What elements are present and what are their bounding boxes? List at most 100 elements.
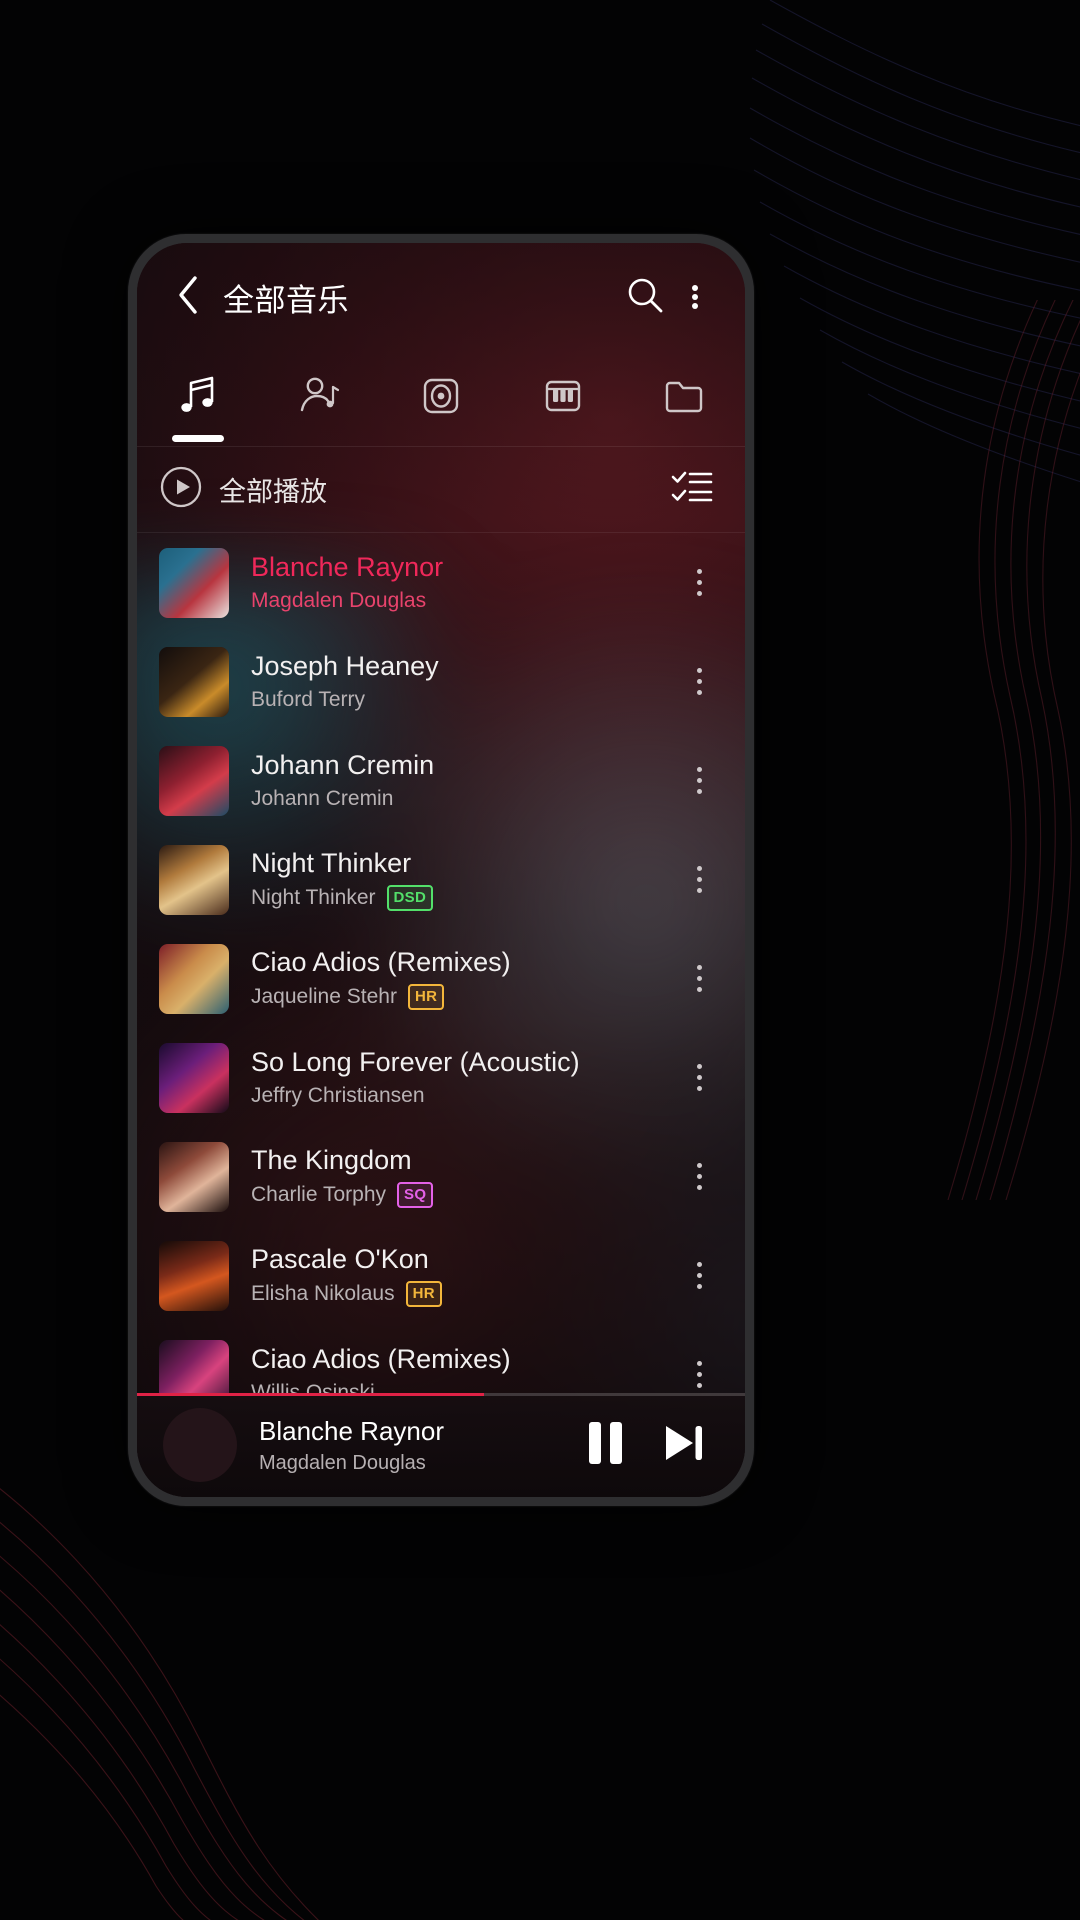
- play-all-label: 全部播放: [219, 477, 327, 507]
- song-meta: Blanche Raynor Magdalen Douglas: [251, 552, 677, 613]
- album-art: [159, 1042, 229, 1113]
- checklist-icon: [671, 468, 713, 511]
- song-overflow-button[interactable]: [677, 764, 721, 797]
- artist-icon: [295, 372, 343, 420]
- song-subtitle: Buford Terry: [251, 688, 677, 712]
- phone-frame: 全部音乐 全部播放 Blanche Raynor Magdalen Dougla…: [128, 234, 754, 1506]
- search-button[interactable]: [617, 269, 673, 325]
- song-title: Pascale O'Kon: [251, 1244, 429, 1275]
- album-art: [159, 1141, 229, 1212]
- song-subtitle: Johann Cremin: [251, 787, 677, 811]
- tab-folders[interactable]: [623, 351, 745, 446]
- song-meta: Pascale O'Kon Elisha Nikolaus HR: [251, 1244, 677, 1307]
- song-title: Johann Cremin: [251, 750, 435, 781]
- back-button[interactable]: [161, 270, 215, 324]
- mini-player-title: Blanche Raynor: [259, 1415, 444, 1446]
- mini-player-artist: Magdalen Douglas: [259, 1451, 426, 1474]
- category-tab-bar: [137, 351, 745, 447]
- play-all-action[interactable]: 全部播放: [159, 465, 665, 514]
- song-meta: Joseph Heaney Buford Terry: [251, 651, 677, 712]
- mini-player[interactable]: Blanche Raynor Magdalen Douglas: [137, 1393, 745, 1497]
- song-row[interactable]: Johann Cremin Johann Cremin: [137, 731, 745, 830]
- song-overflow-button[interactable]: [677, 863, 721, 896]
- playback-progress-fill: [137, 1393, 484, 1396]
- quality-badge: HR: [405, 1280, 442, 1307]
- song-artist: Elisha Nikolaus: [251, 1281, 395, 1305]
- tab-genres[interactable]: [502, 351, 624, 446]
- song-subtitle: Magdalen Douglas: [251, 589, 677, 613]
- song-row[interactable]: Pascale O'Kon Elisha Nikolaus HR: [137, 1226, 745, 1325]
- song-meta: Ciao Adios (Remixes) Jaqueline Stehr HR: [251, 947, 677, 1010]
- song-meta: So Long Forever (Acoustic) Jeffry Christi…: [251, 1047, 677, 1108]
- song-title: Ciao Adios (Remixes): [251, 947, 511, 978]
- song-title: The Kingdom: [251, 1145, 412, 1176]
- song-overflow-button[interactable]: [677, 665, 721, 698]
- playback-progress-bar[interactable]: [137, 1393, 745, 1396]
- next-track-button[interactable]: [649, 1411, 717, 1479]
- song-overflow-button[interactable]: [677, 1160, 721, 1193]
- mini-player-meta[interactable]: Blanche Raynor Magdalen Douglas: [259, 1416, 571, 1475]
- song-artist: Jaqueline Stehr: [251, 984, 397, 1008]
- song-overflow-button[interactable]: [677, 1358, 721, 1391]
- mini-player-album-art[interactable]: [163, 1408, 237, 1482]
- song-subtitle: Willis Osinski: [251, 1381, 677, 1393]
- song-meta: The Kingdom Charlie Torphy SQ: [251, 1145, 677, 1208]
- song-artist: Willis Osinski: [251, 1380, 375, 1393]
- overflow-menu-button[interactable]: [673, 269, 717, 325]
- multi-select-button[interactable]: [665, 463, 719, 517]
- song-subtitle: Jaqueline Stehr HR: [251, 983, 677, 1010]
- song-subtitle: Elisha Nikolaus HR: [251, 1280, 677, 1307]
- song-overflow-button[interactable]: [677, 1061, 721, 1094]
- song-subtitle: Night Thinker DSD: [251, 884, 677, 911]
- song-artist: Night Thinker: [251, 885, 376, 909]
- album-disc-icon: [417, 372, 465, 420]
- folder-icon: [660, 372, 708, 420]
- pause-icon: [588, 1421, 622, 1469]
- album-art: [159, 1339, 229, 1393]
- active-tab-indicator: [171, 435, 224, 442]
- song-subtitle: Jeffry Christiansen: [251, 1084, 677, 1108]
- album-art: [159, 844, 229, 915]
- play-all-row[interactable]: 全部播放: [137, 447, 745, 533]
- song-meta: Johann Cremin Johann Cremin: [251, 750, 677, 811]
- tab-artists[interactable]: [259, 351, 381, 446]
- album-art: [159, 1240, 229, 1311]
- song-artist: Jeffry Christiansen: [251, 1083, 425, 1107]
- song-row[interactable]: The Kingdom Charlie Torphy SQ: [137, 1127, 745, 1226]
- quality-badge: DSD: [386, 884, 434, 911]
- song-list[interactable]: Blanche Raynor Magdalen Douglas Joseph Hea…: [137, 533, 745, 1393]
- music-note-icon: [174, 372, 222, 420]
- tab-songs[interactable]: [137, 351, 259, 446]
- song-meta: Ciao Adios (Remixes) Willis Osinski: [251, 1344, 677, 1393]
- album-art: [159, 745, 229, 816]
- song-row[interactable]: Joseph Heaney Buford Terry: [137, 632, 745, 731]
- song-row[interactable]: Night Thinker Night Thinker DSD: [137, 830, 745, 929]
- search-icon: [625, 275, 665, 320]
- phone-screen: 全部音乐 全部播放 Blanche Raynor Magdalen Dougla…: [137, 243, 745, 1497]
- song-overflow-button[interactable]: [677, 962, 721, 995]
- chevron-left-icon: [175, 274, 201, 321]
- pause-button[interactable]: [571, 1411, 639, 1479]
- song-row[interactable]: So Long Forever (Acoustic) Jeffry Christi…: [137, 1028, 745, 1127]
- quality-badge: SQ: [397, 1181, 434, 1208]
- song-title: So Long Forever (Acoustic): [251, 1047, 580, 1078]
- tab-albums[interactable]: [380, 351, 502, 446]
- song-row[interactable]: Ciao Adios (Remixes) Jaqueline Stehr HR: [137, 929, 745, 1028]
- quality-badge: HR: [407, 983, 445, 1010]
- song-artist: Magdalen Douglas: [251, 588, 427, 612]
- song-row[interactable]: Blanche Raynor Magdalen Douglas: [137, 533, 745, 632]
- song-title: Night Thinker: [251, 848, 412, 879]
- album-art: [159, 943, 229, 1014]
- app-bar: 全部音乐: [137, 243, 745, 351]
- skip-next-icon: [657, 1419, 709, 1472]
- song-overflow-button[interactable]: [677, 1259, 721, 1292]
- kebab-menu-icon: [692, 282, 698, 312]
- song-row[interactable]: Ciao Adios (Remixes) Willis Osinski: [137, 1325, 745, 1393]
- piano-keys-icon: [539, 372, 587, 420]
- song-overflow-button[interactable]: [677, 566, 721, 599]
- song-artist: Charlie Torphy: [251, 1182, 387, 1206]
- song-subtitle: Charlie Torphy SQ: [251, 1181, 677, 1208]
- album-art: [159, 547, 229, 618]
- song-artist: Johann Cremin: [251, 786, 394, 810]
- song-meta: Night Thinker Night Thinker DSD: [251, 848, 677, 911]
